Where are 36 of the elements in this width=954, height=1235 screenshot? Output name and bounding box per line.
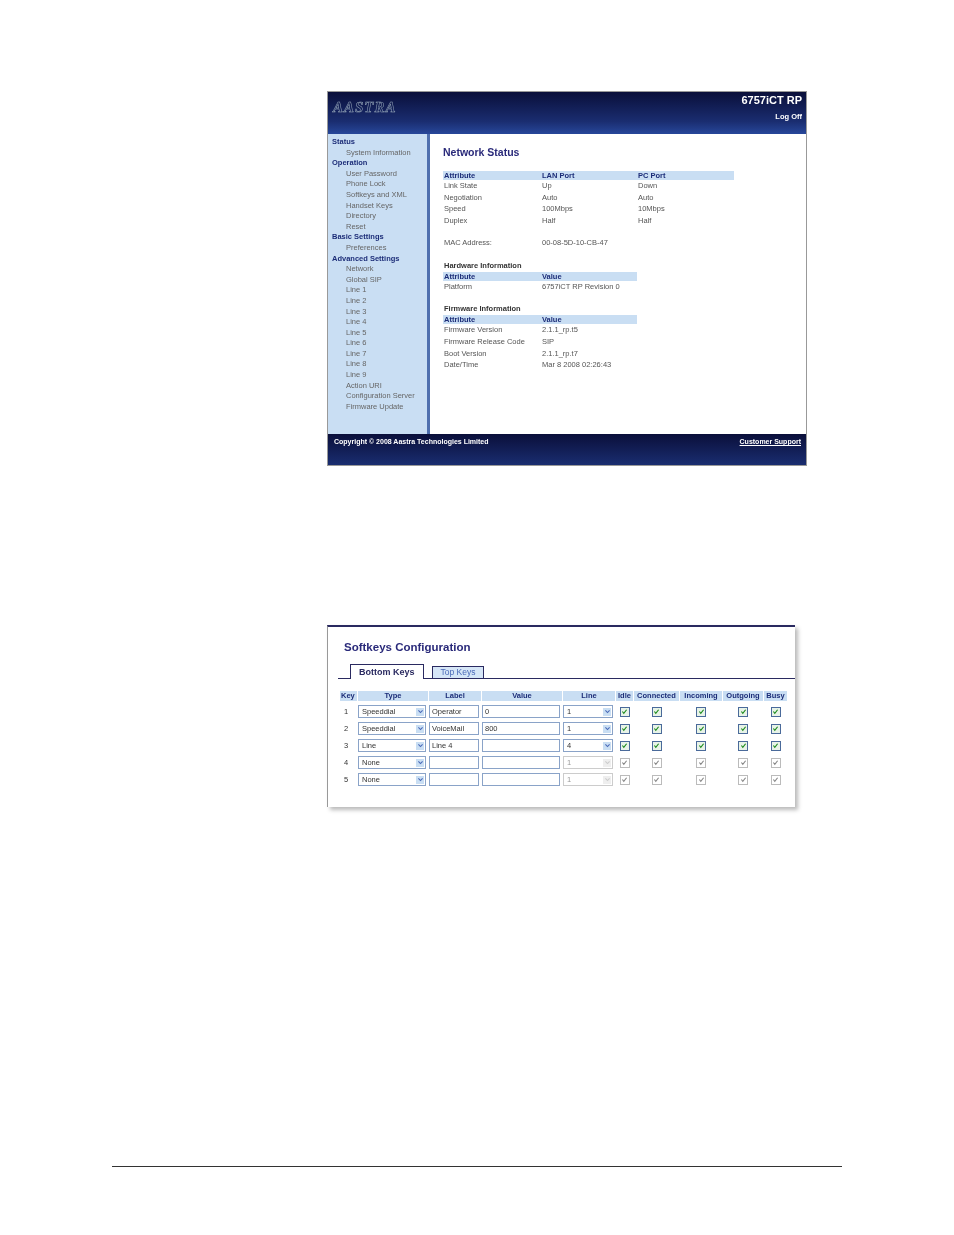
caret-icon — [416, 775, 424, 784]
logo: AASTRA — [333, 99, 397, 116]
page-title: Softkeys Configuration — [344, 641, 472, 653]
caret-icon — [603, 741, 611, 750]
tab[interactable]: Top Keys — [431, 666, 485, 678]
caret-icon — [416, 724, 424, 733]
caret-icon — [416, 758, 424, 767]
value-field[interactable] — [482, 756, 560, 769]
caret-icon — [416, 741, 424, 750]
checkbox[interactable] — [770, 723, 781, 734]
checkbox[interactable] — [651, 723, 662, 734]
model-name: 6757iCT RP — [741, 94, 802, 106]
checkbox[interactable] — [651, 740, 662, 751]
checkbox[interactable] — [619, 740, 630, 751]
value-field[interactable] — [482, 773, 560, 786]
checkbox[interactable] — [738, 740, 748, 751]
tab[interactable]: Bottom Keys — [350, 664, 424, 679]
checkbox[interactable] — [738, 706, 748, 717]
caret-icon — [416, 707, 424, 716]
label-field[interactable] — [429, 756, 479, 769]
checkbox[interactable] — [696, 723, 706, 734]
checkbox[interactable] — [696, 706, 706, 717]
label-field[interactable] — [429, 773, 479, 786]
checkbox[interactable] — [770, 740, 781, 751]
caret-icon — [603, 724, 611, 733]
checkbox[interactable] — [619, 723, 630, 734]
caret-icon — [603, 775, 611, 784]
page-title: Network Status — [443, 146, 521, 158]
checkbox[interactable] — [770, 706, 781, 717]
checkbox[interactable] — [738, 723, 748, 734]
value-field[interactable] — [482, 739, 560, 752]
caret-icon — [603, 758, 611, 767]
caret-icon — [603, 707, 611, 716]
checkbox[interactable] — [619, 706, 630, 717]
checkbox[interactable] — [696, 740, 706, 751]
checkbox[interactable] — [651, 706, 662, 717]
